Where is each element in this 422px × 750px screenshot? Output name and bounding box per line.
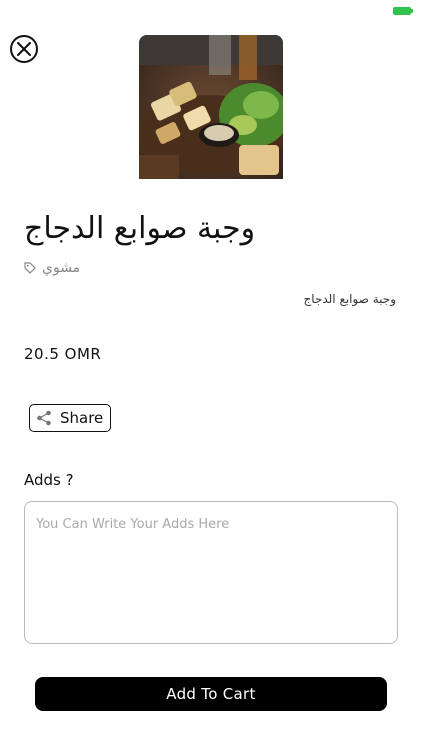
add-to-cart-button[interactable]: Add To Cart (35, 677, 387, 711)
share-button[interactable]: Share (29, 404, 111, 432)
add-to-cart-label: Add To Cart (166, 685, 256, 703)
adds-label: Adds ? (24, 471, 74, 489)
close-button[interactable] (10, 35, 38, 63)
close-icon (17, 42, 31, 56)
product-price: 20.5 OMR (24, 345, 102, 363)
share-label: Share (60, 409, 104, 427)
product-category-label: مشوي (42, 260, 81, 276)
share-icon (37, 410, 51, 426)
adds-input[interactable] (24, 501, 398, 644)
product-title: وجبة صوابع الدجاج (24, 211, 256, 246)
product-image (139, 35, 283, 179)
tag-icon (24, 262, 36, 274)
product-description: وجبة صوابع الدجاج (303, 292, 396, 306)
battery-icon (393, 7, 413, 15)
product-category: مشوي (24, 258, 80, 278)
